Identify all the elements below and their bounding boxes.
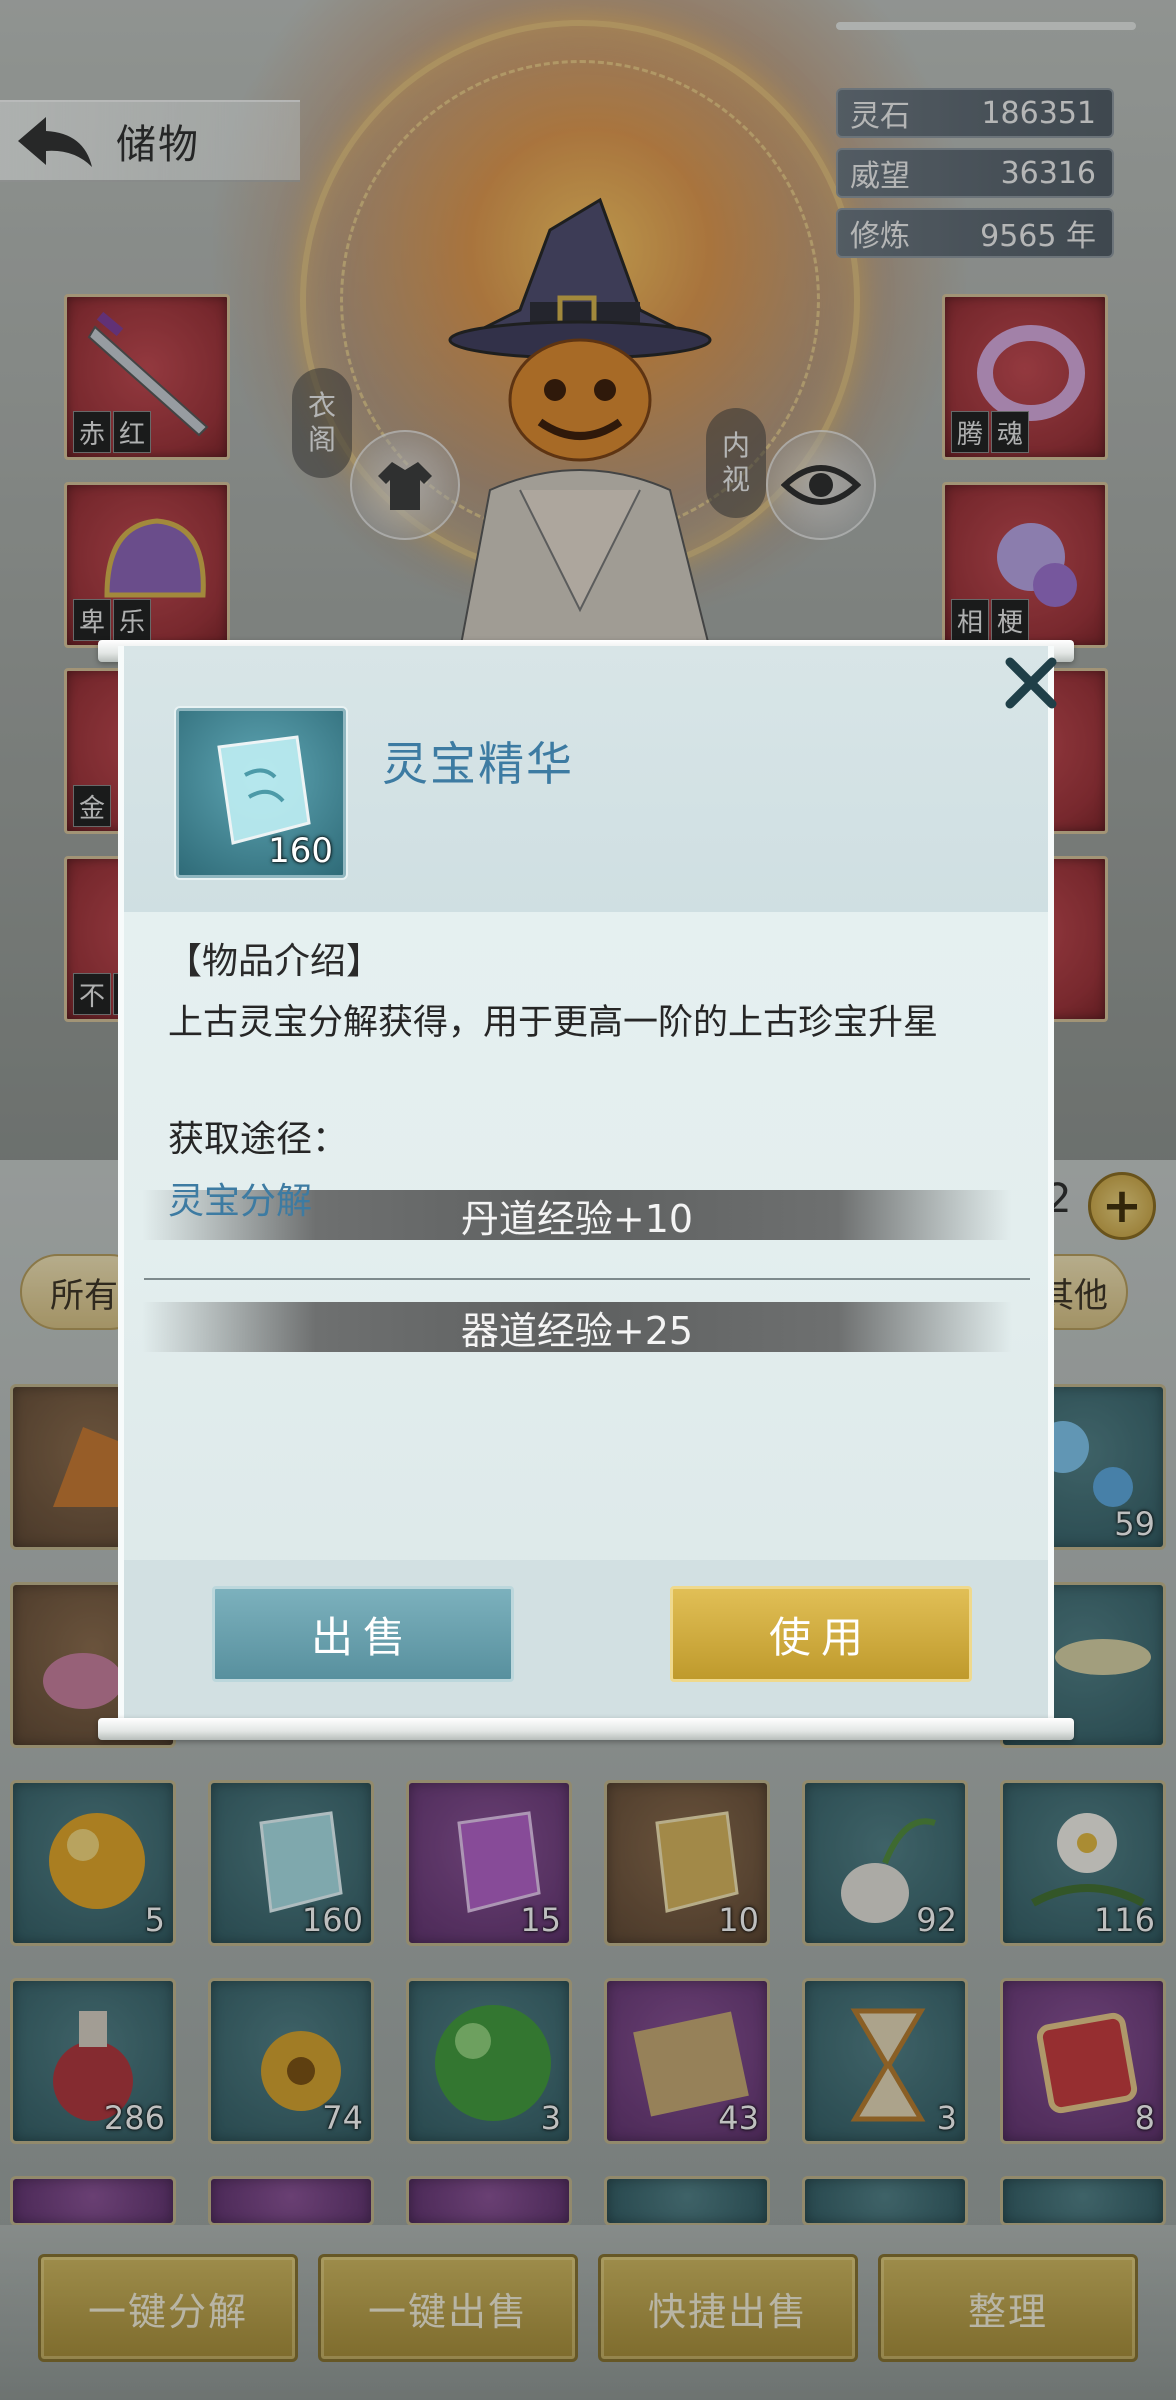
scroll-rod-bottom: [98, 1718, 1074, 1740]
acquire-link[interactable]: 灵宝分解: [168, 1172, 312, 1224]
divider: [144, 1278, 1030, 1280]
section-title: 【物品介绍】: [166, 941, 383, 982]
item-name: 灵宝精华: [382, 737, 574, 791]
exp-line-crafting: 器道经验+25: [142, 1302, 1012, 1353]
use-button[interactable]: 使用: [670, 1586, 972, 1682]
item-count: 160: [268, 831, 333, 871]
item-description: 上古灵宝分解获得，用于更高一阶的上古珍宝升星: [168, 1003, 939, 1043]
sell-button[interactable]: 出售: [212, 1586, 514, 1682]
item-icon-frame: 160: [176, 708, 346, 878]
acquire-title: 获取途径：: [168, 1119, 349, 1160]
item-detail-modal: 160 灵宝精华 【物品介绍】 上古灵宝分解获得，用于更高一阶的上古珍宝升星 获…: [118, 646, 1057, 1728]
close-icon[interactable]: [1002, 654, 1060, 712]
